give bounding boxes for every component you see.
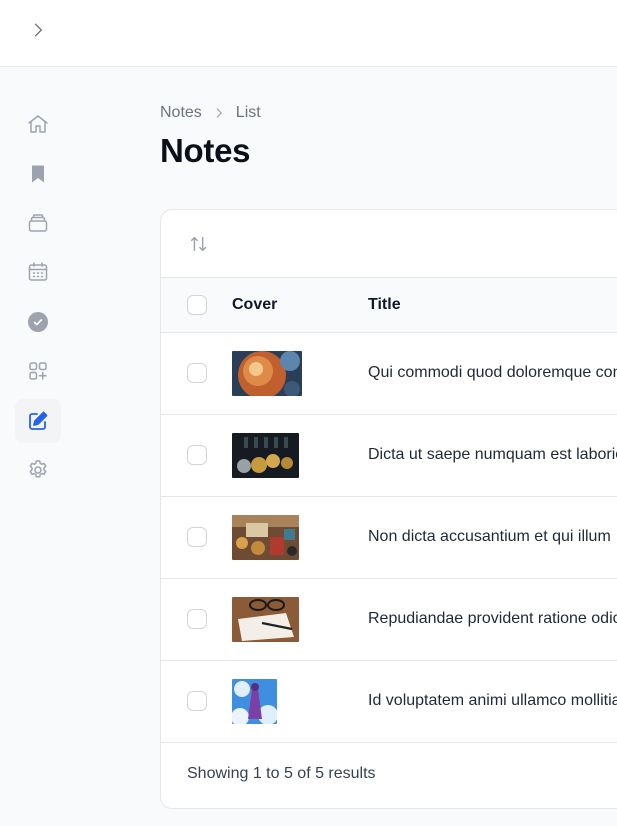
table-row[interactable]: Non dicta accusantium et qui illum: [161, 497, 617, 579]
table-header: Cover Title: [161, 278, 617, 333]
table-row[interactable]: Qui commodi quod doloremque consequatur: [161, 333, 617, 415]
table-row[interactable]: Repudiandae provident ratione odio: [161, 579, 617, 661]
top-bar: [0, 0, 617, 67]
calendar-icon: [28, 262, 48, 281]
sort-arrows-icon: [190, 236, 207, 252]
collection-icon: [28, 214, 48, 232]
select-all-checkbox[interactable]: [187, 295, 207, 315]
notes-table-card: Cover Title Qui commodi quod doloremque …: [160, 209, 617, 809]
row-checkbox[interactable]: [187, 527, 207, 547]
home-icon: [28, 115, 48, 133]
breadcrumb-root[interactable]: Notes: [160, 104, 202, 122]
chevron-right-icon: [212, 106, 226, 120]
breadcrumb-current: List: [235, 104, 261, 121]
expand-sidebar-button[interactable]: [26, 18, 50, 42]
table-row[interactable]: Dicta ut saepe numquam est laboriosam: [161, 415, 617, 497]
row-title: Qui commodi quod doloremque consequatur: [368, 364, 617, 381]
row-checkbox[interactable]: [187, 691, 207, 711]
row-checkbox[interactable]: [187, 363, 207, 383]
row-checkbox[interactable]: [187, 445, 207, 465]
bookmark-icon: [32, 165, 44, 183]
check-circle-icon: [28, 312, 48, 332]
row-title: Id voluptatem animi ullamco mollitia: [368, 692, 617, 709]
page-title: Notes: [160, 132, 251, 169]
gear-icon: [29, 460, 47, 478]
pagination-summary: Showing 1 to 5 of 5 results: [187, 765, 376, 782]
row-checkbox[interactable]: [187, 609, 207, 629]
sidebar-item-notes[interactable]: [15, 399, 61, 443]
breadcrumb: Notes List: [160, 102, 261, 124]
sidebar-item-settings[interactable]: [15, 448, 61, 492]
chevron-right-icon: [34, 23, 42, 37]
sidebar-item-calendar[interactable]: [15, 250, 61, 294]
cover-image-coins: [232, 433, 299, 478]
sidebar-item-home[interactable]: [15, 102, 61, 146]
apps-add-icon: [29, 362, 47, 380]
sidebar-item-tasks[interactable]: [15, 300, 61, 344]
column-header-title[interactable]: Title: [368, 296, 401, 314]
table-row[interactable]: Id voluptatem animi ullamco mollitia: [161, 661, 617, 743]
row-title: Repudiandae provident ratione odio: [368, 610, 617, 627]
sort-button[interactable]: [187, 232, 211, 256]
cover-image-nebula: [232, 351, 302, 396]
sidebar-item-collections[interactable]: [15, 201, 61, 245]
sidebar: [0, 67, 76, 826]
table-toolbar: [161, 210, 617, 278]
cover-image-money-desk: [232, 515, 299, 560]
column-header-cover: Cover: [232, 296, 278, 313]
row-title: Dicta ut saepe numquam est laboriosam: [368, 446, 617, 463]
sidebar-item-apps[interactable]: [15, 349, 61, 393]
cover-image-glasses-notebook: [232, 597, 299, 642]
pencil-square-icon: [29, 411, 48, 430]
sidebar-item-bookmarks[interactable]: [15, 152, 61, 196]
row-title: Non dicta accusantium et qui illum: [368, 528, 611, 545]
cover-image-anime-sky: [232, 679, 277, 724]
